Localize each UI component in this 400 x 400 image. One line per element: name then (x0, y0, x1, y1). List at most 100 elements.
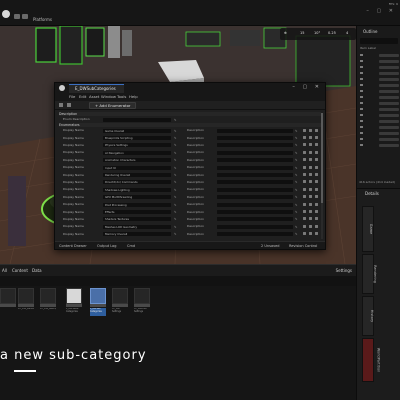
move-down-icon[interactable] (309, 165, 312, 169)
move-down-icon[interactable] (309, 158, 312, 162)
visibility-eye-icon[interactable] (360, 66, 363, 68)
asset-tile[interactable]: ST_DW Settings (112, 288, 128, 318)
edit-text-icon[interactable]: ✎ (174, 188, 177, 192)
move-down-icon[interactable] (309, 187, 312, 191)
list-item[interactable] (379, 72, 399, 75)
list-item[interactable] (379, 102, 399, 105)
display-name-input[interactable]: Animation Characters (103, 158, 171, 163)
level-tab[interactable]: Platforms (33, 17, 52, 22)
save-icon[interactable] (59, 103, 63, 107)
asset-tile[interactable]: DT_DW_Settings (40, 288, 56, 318)
asset-tile[interactable]: ST_DWCMD Settings (134, 288, 150, 318)
move-up-icon[interactable] (303, 224, 306, 228)
move-up-icon[interactable] (303, 172, 306, 176)
asset-tile-selected[interactable]: E_DWSub Categories (90, 288, 106, 318)
visibility-eye-icon[interactable] (360, 96, 363, 98)
display-name-input[interactable]: Game Overall (103, 128, 171, 133)
menu-file[interactable]: File (69, 94, 75, 99)
move-up-icon[interactable] (303, 135, 306, 139)
description-input[interactable] (217, 158, 293, 163)
enum-description-input[interactable] (103, 117, 171, 122)
display-name-input[interactable]: Shaders Textures (103, 217, 171, 222)
content-drawer-button[interactable]: Content Drawer (59, 244, 87, 248)
display-name-input[interactable]: Meshes LOD Geometry (103, 224, 171, 229)
display-name-input[interactable]: Physics Settings (103, 143, 171, 148)
description-input[interactable] (217, 165, 293, 170)
edit-text-icon[interactable]: ✎ (174, 151, 177, 155)
list-item[interactable] (379, 138, 399, 141)
delete-icon[interactable] (315, 128, 318, 132)
move-up-icon[interactable] (303, 195, 306, 199)
display-name-input[interactable]: Blueprints Scripting (103, 135, 171, 140)
display-name-input[interactable]: Post Processing (103, 202, 171, 207)
description-input[interactable] (217, 224, 293, 229)
description-input[interactable] (217, 187, 293, 192)
scrollbar-thumb[interactable] (321, 113, 323, 203)
list-item[interactable] (379, 144, 399, 147)
edit-text-icon[interactable]: ✎ (295, 166, 298, 170)
move-down-icon[interactable] (309, 150, 312, 154)
edit-text-icon[interactable]: ✎ (174, 136, 177, 140)
settings-button[interactable]: Settings (336, 268, 352, 273)
move-down-icon[interactable] (309, 128, 312, 132)
move-up-icon[interactable] (303, 180, 306, 184)
delete-icon[interactable] (315, 209, 318, 213)
edit-text-icon[interactable]: ✎ (174, 166, 177, 170)
display-name-input[interactable]: Shadows Lighting (103, 187, 171, 192)
edit-text-icon[interactable]: ✎ (295, 217, 298, 221)
display-name-input[interactable]: Memory Overall (103, 232, 171, 237)
move-down-icon[interactable] (309, 180, 312, 184)
transform-icon[interactable]: ⊕ (284, 31, 287, 35)
visibility-eye-icon[interactable] (360, 138, 363, 140)
move-down-icon[interactable] (309, 135, 312, 139)
delete-icon[interactable] (315, 180, 318, 184)
delete-icon[interactable] (315, 158, 318, 162)
delete-icon[interactable] (315, 195, 318, 199)
move-up-icon[interactable] (303, 232, 306, 236)
edit-text-icon[interactable]: ✎ (174, 225, 177, 229)
visibility-eye-icon[interactable] (360, 108, 363, 110)
description-input[interactable] (217, 232, 293, 237)
menu-edit[interactable]: Edit (79, 94, 86, 99)
add-enumerator-button[interactable]: + Add Enumerator (89, 102, 137, 109)
revision-control-button[interactable]: Revision Control (289, 244, 317, 248)
delete-icon[interactable] (315, 187, 318, 191)
edit-text-icon[interactable]: ✎ (174, 203, 177, 207)
visibility-eye-icon[interactable] (360, 114, 363, 116)
delete-icon[interactable] (315, 172, 318, 176)
edit-text-icon[interactable]: ✎ (174, 118, 177, 122)
list-item[interactable] (379, 90, 399, 93)
camera-speed-value[interactable]: 4 (346, 31, 348, 35)
list-item[interactable] (379, 108, 399, 111)
scale-snap-value[interactable]: 0.25 (328, 31, 336, 35)
menu-tools[interactable]: Tools (117, 94, 126, 99)
move-up-icon[interactable] (303, 143, 306, 147)
move-down-icon[interactable] (309, 143, 312, 147)
move-down-icon[interactable] (309, 224, 312, 228)
delete-icon[interactable] (315, 202, 318, 206)
visibility-eye-icon[interactable] (360, 72, 363, 74)
list-item[interactable] (379, 60, 399, 63)
folder-icon[interactable] (22, 14, 28, 19)
list-item[interactable] (379, 132, 399, 135)
description-input[interactable] (217, 202, 293, 207)
asset-tab[interactable]: E_DWSubCategories (69, 84, 124, 93)
visibility-eye-icon[interactable] (360, 90, 363, 92)
display-name-input[interactable]: Effects (103, 209, 171, 214)
delete-icon[interactable] (315, 217, 318, 221)
move-up-icon[interactable] (303, 128, 306, 132)
outliner-column-header[interactable]: Item Label (360, 46, 376, 50)
description-input[interactable] (217, 217, 293, 222)
scrollbar[interactable] (321, 113, 323, 239)
list-item[interactable] (379, 78, 399, 81)
edit-text-icon[interactable]: ✎ (174, 173, 177, 177)
window-controls[interactable]: – ▢ ✕ (292, 84, 322, 90)
edit-text-icon[interactable]: ✎ (295, 210, 298, 214)
edit-text-icon[interactable]: ✎ (174, 180, 177, 184)
list-item[interactable] (379, 66, 399, 69)
edit-text-icon[interactable]: ✎ (174, 217, 177, 221)
delete-icon[interactable] (315, 150, 318, 154)
edit-text-icon[interactable]: ✎ (174, 210, 177, 214)
breadcrumb-content[interactable]: Content (12, 268, 28, 273)
edit-text-icon[interactable]: ✎ (295, 188, 298, 192)
